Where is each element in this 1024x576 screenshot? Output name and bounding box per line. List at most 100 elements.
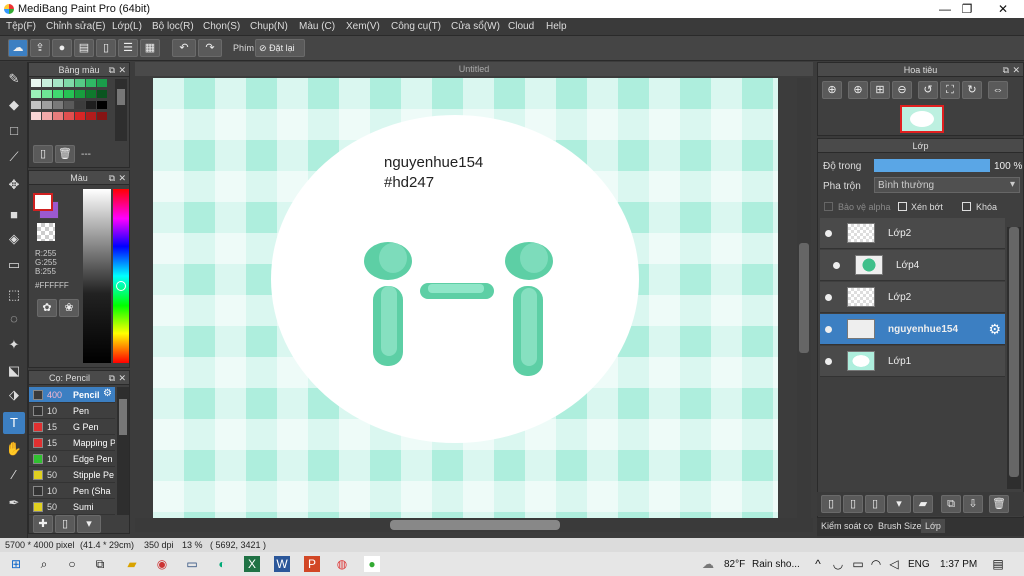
canvas-tab[interactable]: Untitled xyxy=(135,62,813,76)
brightness-slider[interactable] xyxy=(83,189,111,363)
brush-menu-icon[interactable]: ▾ xyxy=(77,515,101,533)
palette-swatch[interactable] xyxy=(64,90,74,98)
menu-filter[interactable]: Bộ lọc(R) xyxy=(152,21,194,32)
lasso-tool-icon[interactable]: ◌ xyxy=(3,308,25,330)
reset-button[interactable]: ⊘ Đặt lại xyxy=(255,39,305,57)
brush-scrollbar[interactable] xyxy=(117,387,129,515)
word-icon[interactable]: W xyxy=(274,556,290,572)
menu-view[interactable]: Xem(V) xyxy=(346,21,380,32)
close-icon[interactable]: ✕ xyxy=(118,371,126,385)
file-explorer-icon[interactable]: ▰ xyxy=(124,556,140,572)
opacity-slider[interactable] xyxy=(874,159,990,172)
duplicate-layer-icon[interactable]: ⧉ xyxy=(941,495,961,513)
hue-slider[interactable] xyxy=(113,189,129,363)
layer-row[interactable]: Lớp2 xyxy=(820,218,1005,249)
palette-swatch[interactable] xyxy=(42,79,52,87)
task-view-icon[interactable]: ⧉ xyxy=(92,556,108,572)
actual-size-icon[interactable]: ⊞ xyxy=(870,81,890,99)
text-tool-icon[interactable]: T xyxy=(3,412,25,434)
palette-swatch[interactable] xyxy=(97,101,107,109)
brush-list-item[interactable]: 50 Stipple Pe xyxy=(29,467,115,483)
menu-edit[interactable]: Chỉnh sửa(E) xyxy=(46,21,106,32)
weather-text[interactable]: Rain sho... xyxy=(752,559,800,570)
horizontal-scrollbar[interactable] xyxy=(135,518,813,532)
brush-tool-icon[interactable]: ✎ xyxy=(3,68,25,90)
eye-icon[interactable] xyxy=(825,326,832,333)
line-tool-icon[interactable]: ⟋ xyxy=(3,146,25,168)
redo-icon[interactable]: ↷ xyxy=(198,39,222,57)
add-brush-icon[interactable]: ✚ xyxy=(33,515,53,533)
layer-scrollbar[interactable] xyxy=(1007,227,1021,489)
brush-list-item[interactable]: 50 Sumi xyxy=(29,499,115,515)
select-pen-tool-icon[interactable]: ⬕ xyxy=(3,360,25,382)
zoom-fit-icon[interactable]: ⊕ xyxy=(822,81,842,99)
close-button[interactable]: ✕ xyxy=(988,0,1018,18)
edge-icon[interactable]: ◐ xyxy=(214,556,230,572)
canvas-paper[interactable]: nguyenhue154 #hd247 xyxy=(153,78,778,518)
menu-snap[interactable]: Chụp(N) xyxy=(250,21,288,32)
grid-icon[interactable]: ▦ xyxy=(140,39,160,57)
menu-tools[interactable]: Công cụ(T) xyxy=(391,21,441,32)
palette-swatch[interactable] xyxy=(64,79,74,87)
brush-list-item[interactable]: 15 G Pen xyxy=(29,419,115,435)
cortana-icon[interactable]: ○ xyxy=(64,556,80,572)
eyedropper-tool-icon[interactable]: ⁄ xyxy=(3,464,25,486)
new-halftone-layer-icon[interactable]: ▯ xyxy=(843,495,863,513)
battery-icon[interactable]: ▭ xyxy=(850,556,866,572)
select-tool-icon[interactable]: ⬚ xyxy=(3,284,25,306)
palette-swatch[interactable] xyxy=(42,101,52,109)
gear-icon[interactable]: ⚙ xyxy=(103,388,112,399)
layer-row[interactable]: Lớp1 xyxy=(820,346,1005,377)
menu-cloud[interactable]: Cloud xyxy=(508,21,534,32)
palette-swatch[interactable] xyxy=(97,90,107,98)
chrome-icon[interactable]: ◍ xyxy=(334,556,350,572)
folder-icon[interactable]: ▰ xyxy=(913,495,933,513)
menu-select[interactable]: Chọn(S) xyxy=(203,21,240,32)
fill-rect-tool-icon[interactable]: ■ xyxy=(3,204,25,226)
comment-icon[interactable]: ● xyxy=(52,39,72,57)
tab-brush-control[interactable]: Kiểm soát cọ xyxy=(821,521,873,531)
eye-icon[interactable] xyxy=(825,294,832,301)
medibang-taskbar-icon[interactable]: ● xyxy=(364,556,380,572)
brush-list-item[interactable]: 15 Mapping P xyxy=(29,435,115,451)
volume-icon[interactable]: ◁ xyxy=(886,556,902,572)
palette-scrollbar[interactable] xyxy=(115,79,127,141)
tab-layer[interactable]: Lớp xyxy=(921,519,945,533)
popout-icon[interactable]: ⧉ xyxy=(109,171,115,185)
layer-row[interactable]: nguyenhue154 ⚙ xyxy=(820,314,1005,345)
undo-icon[interactable]: ↶ xyxy=(172,39,196,57)
computer-icon[interactable]: ▭ xyxy=(184,556,200,572)
new-layer-icon[interactable]: ▯ xyxy=(821,495,841,513)
palette-swatches[interactable] xyxy=(31,79,113,141)
notification-icon[interactable]: ▤ xyxy=(990,556,1006,572)
palette-swatch[interactable] xyxy=(31,112,41,120)
chevron-up-icon[interactable]: ^ xyxy=(810,556,826,572)
brush-list-item[interactable]: 10 Pen xyxy=(29,403,115,419)
close-icon[interactable]: ✕ xyxy=(1012,63,1020,77)
zoom-out-icon[interactable]: ⊖ xyxy=(892,81,912,99)
eye-icon[interactable] xyxy=(825,358,832,365)
vertical-scrollbar[interactable] xyxy=(797,78,811,518)
app-icon-red[interactable]: ◉ xyxy=(154,556,170,572)
fit-window-icon[interactable]: ⛶ xyxy=(940,81,960,99)
palette-swatch[interactable] xyxy=(86,101,96,109)
palette-swatch[interactable] xyxy=(97,112,107,120)
tab-brush-size[interactable]: Brush Size xyxy=(878,521,922,531)
layer-trash-icon[interactable]: 🗑 xyxy=(989,495,1009,513)
color-wheel-icon[interactable]: ✿ xyxy=(37,299,57,317)
eye-icon[interactable] xyxy=(833,262,840,269)
navigator-thumbnail[interactable] xyxy=(900,105,944,133)
clipping-checkbox[interactable] xyxy=(898,202,907,211)
menu-layer[interactable]: Lớp(L) xyxy=(112,21,142,32)
export-icon[interactable]: ⇪ xyxy=(30,39,50,57)
zoom-in-icon[interactable]: ⊕ xyxy=(848,81,868,99)
palette-swatch[interactable] xyxy=(53,79,63,87)
palette-swatch[interactable] xyxy=(86,90,96,98)
gradient-tool-icon[interactable]: ▭ xyxy=(3,254,25,276)
palette-swatch[interactable] xyxy=(31,79,41,87)
merge-down-icon[interactable]: ⇩ xyxy=(963,495,983,513)
page-icon[interactable]: ▯ xyxy=(96,39,116,57)
dropper-tool-icon[interactable]: ✒ xyxy=(3,492,25,514)
transparent-swatch[interactable] xyxy=(37,223,55,241)
layer-row[interactable]: Lớp4 xyxy=(820,250,1005,281)
